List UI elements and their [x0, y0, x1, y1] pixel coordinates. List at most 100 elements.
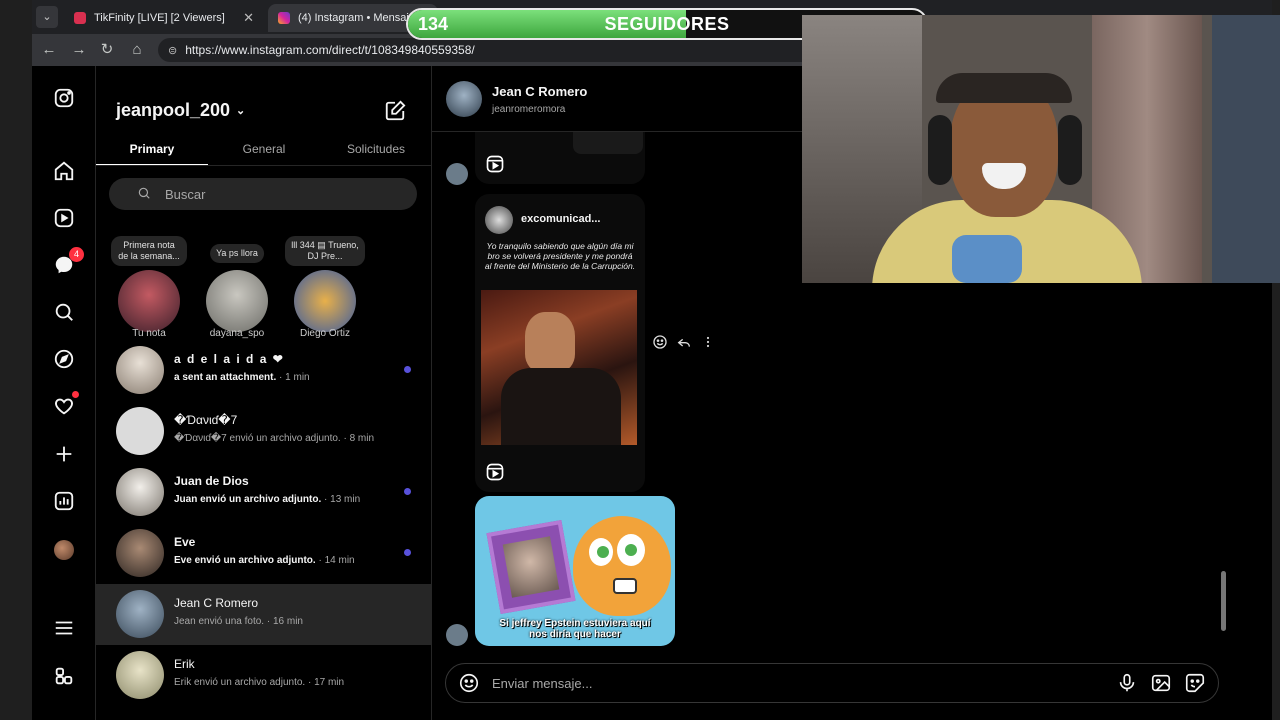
- sticker-icon[interactable]: [1184, 672, 1206, 694]
- tab-title: (4) Instagram • Mensajes: [298, 12, 421, 24]
- preview-text: �Ɗανιɗ�7 envió un archivo adjunto.: [174, 433, 341, 444]
- conversation-name: Erik: [174, 657, 195, 671]
- conversation-preview: Erik envió un archivo adjunto. · 17 min: [174, 677, 344, 688]
- conversation-item-selected[interactable]: Jean C Romero Jean envió una foto. · 16 …: [96, 584, 431, 645]
- search-icon: [137, 186, 151, 203]
- conversation-name: a d e l a i d a ❤: [174, 352, 285, 366]
- reply-icon[interactable]: [676, 334, 692, 350]
- search-placeholder: Buscar: [165, 186, 206, 202]
- avatar: [116, 529, 164, 577]
- note-diego[interactable]: lll 344 ▤ Trueno, DJ Pre... Diego Ortiz: [285, 236, 365, 346]
- conversation-preview: Eve envió un archivo adjunto. · 14 min: [174, 555, 355, 566]
- tab-requests[interactable]: Solicitudes: [320, 136, 431, 165]
- chevron-down-icon: ⌄: [236, 105, 246, 117]
- conversation-preview: �Ɗανιɗ�7 envió un archivo adjunto. · 8 m…: [174, 433, 374, 444]
- inbox-panel: jeanpool_200 ⌄ Primary General Solicitud…: [96, 66, 432, 720]
- unread-dot: [404, 366, 411, 373]
- image-upload-icon[interactable]: [1150, 672, 1172, 694]
- message-composer[interactable]: Enviar mensaje...: [445, 663, 1219, 703]
- notification-dot: [72, 391, 79, 398]
- menu-icon[interactable]: [52, 616, 76, 640]
- conversation-item[interactable]: Erik Erik envió un archivo adjunto. · 17…: [96, 645, 431, 706]
- shared-reel-card[interactable]: [475, 132, 645, 184]
- note-own[interactable]: Primera nota de la semana... Tu nota: [109, 236, 189, 346]
- preview-text: Juan envió un archivo adjunto.: [174, 494, 322, 505]
- conversation-preview: Juan envió un archivo adjunto. · 13 min: [174, 494, 360, 505]
- message-input-placeholder[interactable]: Enviar mensaje...: [492, 676, 1116, 691]
- reels-icon[interactable]: [52, 206, 76, 230]
- profile-icon[interactable]: [52, 538, 76, 562]
- left-navigation: 4: [32, 66, 96, 720]
- new-message-icon[interactable]: [384, 100, 406, 122]
- photo-message[interactable]: Si jeffrey Epstein estuviera aquí nos di…: [475, 496, 675, 646]
- note-name: Tu nota: [132, 328, 166, 339]
- note-bubble: lll 344 ▤ Trueno, DJ Pre...: [285, 236, 365, 266]
- notes-row: Primera nota de la semana... Tu nota Ya …: [96, 236, 431, 346]
- more-options-icon[interactable]: [700, 334, 716, 350]
- conversation-preview: a sent an attachment. · 1 min: [174, 372, 310, 383]
- address-bar[interactable]: ⊜ https://www.instagram.com/direct/t/108…: [158, 38, 858, 62]
- conversation-name: Eve: [174, 535, 196, 549]
- post-author-name: excomunicad...: [521, 213, 601, 225]
- explore-icon[interactable]: [52, 347, 76, 371]
- messages-icon[interactable]: 4: [52, 247, 84, 277]
- chat-contact-name[interactable]: Jean C Romero: [492, 84, 587, 99]
- sender-avatar: [446, 624, 468, 646]
- emoji-react-icon[interactable]: [652, 334, 668, 350]
- back-arrow-icon[interactable]: ←: [40, 41, 58, 59]
- search-input[interactable]: Buscar: [109, 178, 417, 210]
- tab-primary[interactable]: Primary: [96, 136, 208, 165]
- avatar: [116, 651, 164, 699]
- browser-tab-tikfinity[interactable]: TikFinity [LIVE] [2 Viewers] ✕: [64, 4, 262, 32]
- instagram-favicon-icon: [278, 12, 290, 24]
- threads-icon[interactable]: [52, 664, 76, 688]
- meme-frame: [486, 520, 576, 614]
- note-dayana[interactable]: Ya ps llora dayana_spo: [197, 236, 277, 346]
- tab-title: TikFinity [LIVE] [2 Viewers]: [94, 12, 225, 24]
- avatar: [116, 346, 164, 394]
- conversation-item[interactable]: �Ɗανιɗ�7 �Ɗανιɗ�7 envió un archivo adjun…: [96, 401, 431, 462]
- chat-scrollbar[interactable]: [1221, 571, 1226, 631]
- microphone-icon[interactable]: [1116, 672, 1138, 694]
- preview-text: Jean envió una foto.: [174, 616, 265, 627]
- inbox-tabs: Primary General Solicitudes: [96, 136, 431, 166]
- preview-text: Eve envió un archivo adjunto.: [174, 555, 316, 566]
- conversation-item[interactable]: a d e l a i d a ❤ a sent an attachment. …: [96, 340, 431, 401]
- emoji-icon[interactable]: [458, 672, 480, 694]
- preview-text: Erik envió un archivo adjunto.: [174, 677, 306, 688]
- preview-time: · 8 min: [340, 433, 375, 444]
- home-button-icon[interactable]: ⌂: [128, 41, 146, 59]
- sender-avatar: [446, 163, 468, 185]
- tab-general[interactable]: General: [208, 136, 320, 165]
- tab-search-chevron-icon[interactable]: ⌄: [36, 6, 58, 28]
- avatar: [118, 270, 180, 332]
- avatar: [116, 407, 164, 455]
- conversation-preview: Jean envió una foto. · 16 min: [174, 616, 303, 627]
- create-icon[interactable]: [52, 442, 76, 466]
- meme-character: [573, 516, 671, 616]
- reload-icon[interactable]: ↻: [98, 41, 116, 59]
- avatar: [294, 270, 356, 332]
- forward-arrow-icon[interactable]: →: [70, 41, 88, 59]
- conversation-item[interactable]: Juan de Dios Juan envió un archivo adjun…: [96, 462, 431, 523]
- avatar[interactable]: [446, 81, 482, 117]
- username: jeanpool_200: [116, 100, 231, 120]
- close-icon[interactable]: ✕: [243, 10, 254, 26]
- search-icon[interactable]: [52, 300, 76, 324]
- avatar: [116, 468, 164, 516]
- preview-text: a sent an attachment.: [174, 372, 277, 383]
- instagram-logo-icon[interactable]: [52, 86, 76, 110]
- account-switcher[interactable]: jeanpool_200 ⌄: [116, 100, 245, 121]
- post-caption: Yo tranquilo sabiendo que algún día mi b…: [484, 241, 636, 271]
- shared-post-card[interactable]: excomunicad... Yo tranquilo sabiendo que…: [475, 194, 645, 492]
- conversation-item[interactable]: Eve Eve envió un archivo adjunto. · 14 m…: [96, 523, 431, 584]
- home-icon[interactable]: [52, 159, 76, 183]
- dashboard-icon[interactable]: [52, 489, 76, 513]
- heart-icon[interactable]: [52, 391, 79, 418]
- post-author-avatar: [485, 206, 513, 234]
- conversation-name: Juan de Dios: [174, 474, 249, 488]
- reels-icon: [486, 155, 504, 173]
- site-info-icon[interactable]: ⊜: [168, 44, 177, 57]
- conversation-name: �Ɗανιɗ�7: [174, 413, 238, 427]
- reels-icon: [486, 463, 504, 481]
